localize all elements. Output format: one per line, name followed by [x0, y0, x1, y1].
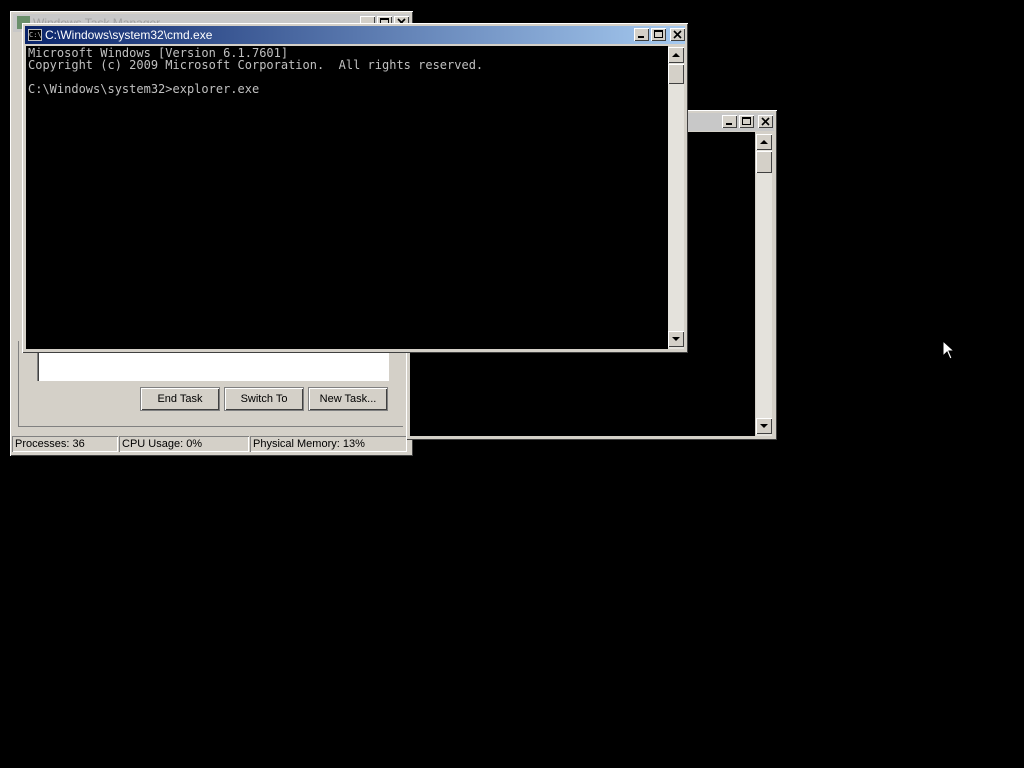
status-processes: Processes: 36 [12, 436, 118, 452]
cmd-window[interactable]: C:\ C:\Windows\system32\cmd.exe Microsof… [22, 23, 688, 353]
scroll-down-button[interactable] [756, 418, 772, 434]
mouse-cursor-icon [942, 340, 956, 360]
maximize-button[interactable] [739, 115, 754, 128]
minimize-icon [726, 123, 732, 125]
group-frame [18, 341, 403, 427]
cmd-title: C:\Windows\system32\cmd.exe [45, 28, 213, 42]
maximize-icon [742, 117, 751, 125]
close-button[interactable] [670, 28, 685, 41]
console-output[interactable]: Microsoft Windows [Version 6.1.7601] Cop… [26, 46, 668, 349]
cmd-icon: C:\ [28, 29, 42, 41]
scroll-up-icon [672, 53, 680, 57]
console-line: Copyright (c) 2009 Microsoft Corporation… [28, 58, 484, 72]
close-icon [673, 30, 682, 39]
scroll-up-button[interactable] [668, 47, 684, 63]
status-memory: Physical Memory: 13% [250, 436, 407, 452]
scrollbar-thumb[interactable] [756, 151, 772, 173]
scrollbar-thumb[interactable] [668, 64, 684, 84]
close-button[interactable] [758, 115, 773, 128]
console-line: C:\Windows\system32>explorer.exe [28, 82, 260, 96]
status-cpu: CPU Usage: 0% [119, 436, 249, 452]
minimize-icon [638, 36, 644, 38]
minimize-button[interactable] [634, 28, 649, 41]
vertical-scrollbar[interactable] [668, 47, 684, 349]
maximize-icon [654, 30, 663, 38]
scroll-up-icon [760, 140, 768, 144]
cmd-titlebar[interactable]: C:\ C:\Windows\system32\cmd.exe [25, 26, 685, 44]
scroll-up-button[interactable] [756, 134, 772, 150]
scroll-down-icon [672, 337, 680, 341]
minimize-button[interactable] [722, 115, 737, 128]
maximize-button[interactable] [651, 28, 666, 41]
scroll-down-icon [760, 424, 768, 428]
vertical-scrollbar[interactable] [756, 134, 772, 436]
scroll-down-button[interactable] [668, 331, 684, 347]
close-icon [761, 117, 770, 126]
